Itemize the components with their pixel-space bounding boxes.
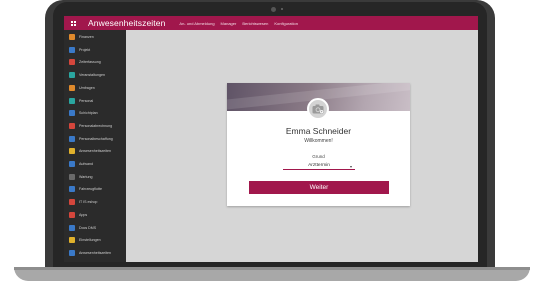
module-icon (69, 34, 75, 40)
sidebar-item-label: Wartung (79, 174, 93, 179)
sidebar-item[interactable]: Umfragen (64, 83, 126, 93)
sidebar-item-label: Personal (79, 98, 94, 103)
sidebar-item[interactable]: IT IS eshop (64, 197, 126, 207)
sidebar-item-label: Fahrzeugflotte (79, 187, 102, 192)
module-icon (69, 59, 75, 66)
sidebar-item-label: Veranstaltungen (79, 73, 105, 78)
sidebar-item[interactable]: Einstellungen (64, 235, 126, 245)
module-icon (69, 46, 75, 53)
sidebar-item[interactable]: Personalabrechnung (64, 121, 126, 131)
module-icon (69, 211, 75, 218)
sidebar-item[interactable]: Anwesenheitszeiten (64, 146, 126, 156)
menu-item-berichtswesen[interactable]: Berichtswesen (242, 21, 268, 26)
grund-label: Grund (312, 154, 325, 159)
module-icon (69, 249, 75, 256)
sidebar-item-label: Personalabrechnung (79, 123, 113, 128)
top-bar: Anwesenheitszeiten An- und Abmeldung Man… (64, 16, 478, 30)
weiter-button[interactable]: Weiter (249, 181, 389, 194)
sidebar-item-label: Projekt (79, 47, 91, 52)
module-icon (69, 173, 75, 180)
welcome-card: Emma Schneider Willkommen! Grund Arztter… (227, 83, 410, 206)
module-icon (69, 84, 75, 91)
module-icon (69, 237, 75, 244)
sidebar-item-label: Apps (79, 212, 88, 217)
sidebar-item[interactable]: Docs DMS (64, 223, 126, 233)
sidebar-item[interactable]: Schichtplan (64, 108, 126, 118)
sidebar-item-label: Einstellungen (79, 238, 101, 243)
module-icon (69, 122, 75, 129)
module-icon (69, 161, 75, 167)
module-icon (69, 97, 75, 104)
module-icon (69, 135, 75, 142)
sidebar-item-label: Docs DMS (79, 225, 97, 230)
avatar[interactable] (307, 98, 329, 120)
main-content: Emma Schneider Willkommen! Grund Arztter… (126, 30, 478, 262)
camera-placeholder-icon (312, 104, 324, 114)
sidebar-item-label: Schichtplan (79, 111, 98, 116)
module-icon (69, 110, 75, 117)
module-icon (69, 199, 75, 206)
camera-sensor (281, 8, 283, 10)
sidebar-item[interactable]: Wartung (64, 172, 126, 182)
sidebar-item-label: Zeiterfassung (79, 60, 101, 65)
sidebar-item[interactable]: Anwesenheitszeiten (64, 248, 126, 258)
sidebar-item[interactable]: Personal (64, 96, 126, 106)
sidebar-item[interactable]: Aufwand (64, 159, 126, 169)
sidebar-item-label: Personalbeschaffung (79, 136, 113, 141)
module-icon (69, 72, 75, 79)
user-name: Emma Schneider (285, 126, 352, 136)
sidebar-item-label: Umfragen (79, 85, 95, 90)
module-icon (69, 224, 75, 231)
camera-icon (271, 7, 276, 12)
sidebar-item-label: Aufwand (79, 162, 93, 166)
sidebar: Finanzen Projekt Zeiterfassung Veranstaltun… (64, 30, 126, 262)
sidebar-item[interactable]: Personalbeschaffung (64, 134, 126, 144)
laptop-hinge (14, 267, 530, 270)
sidebar-item[interactable]: Zeiterfassung (64, 57, 126, 67)
sidebar-item-label: Finanzen (79, 35, 94, 39)
sidebar-item[interactable]: Fahrzeugflotte (64, 184, 126, 194)
sidebar-item-label: Anwesenheitszeiten (79, 149, 111, 154)
screen: Anwesenheitszeiten An- und Abmeldung Man… (64, 16, 478, 262)
menu-item-konfiguration[interactable]: Konfiguration (274, 21, 298, 26)
sidebar-item-label: Anwesenheitszeiten (79, 250, 111, 255)
menu-item-manager[interactable]: Manager (221, 21, 237, 26)
app-grid-icon[interactable] (66, 16, 80, 30)
menu-item-an-abmeldung[interactable]: An- und Abmeldung (179, 21, 214, 26)
module-icon (69, 148, 75, 155)
module-icon (69, 186, 75, 193)
sidebar-item[interactable]: Finanzen (64, 32, 126, 42)
sidebar-item[interactable]: Projekt (64, 45, 126, 55)
grund-select[interactable]: Arzttermin ▾ (283, 162, 355, 170)
sidebar-item[interactable]: Veranstaltungen (64, 70, 126, 80)
welcome-text: Willkommen! (304, 138, 333, 144)
grund-select-value: Arzttermin (308, 163, 330, 168)
sidebar-item-label: IT IS eshop (79, 200, 98, 205)
sidebar-item[interactable]: Apps (64, 210, 126, 220)
app-title: Anwesenheitszeiten (88, 18, 166, 28)
top-menu: An- und Abmeldung Manager Berichtswesen … (179, 21, 304, 26)
caret-down-icon: ▾ (349, 164, 352, 169)
